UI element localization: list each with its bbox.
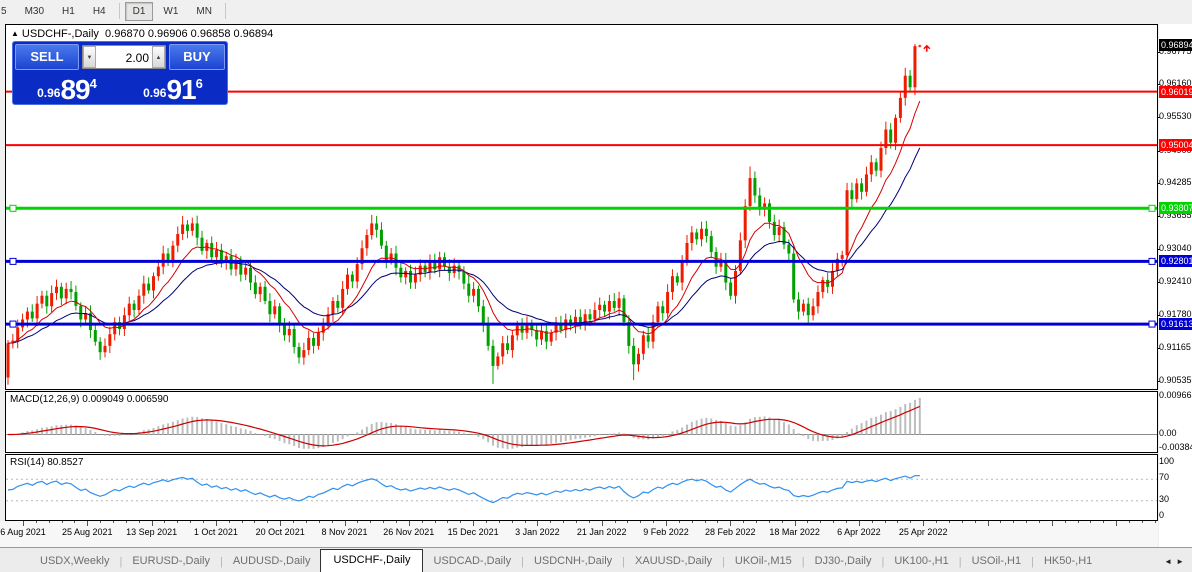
hline-price-label[interactable]: 0.95004	[1159, 139, 1192, 151]
expand-chart-icon[interactable]: ▲	[11, 29, 19, 38]
tab-scroll-arrows[interactable]: ◄►	[1164, 557, 1188, 566]
symbol-tab-usdcad[interactable]: USDCAD-,Daily	[423, 551, 521, 572]
price-peak-arrow-icon	[924, 46, 930, 52]
hline-price-label[interactable]: 0.96019	[1159, 86, 1192, 98]
chart-ohlc-values: 0.96870 0.96906 0.96858 0.96894	[105, 28, 273, 40]
chart-title: ▲USDCHF-,Daily 0.96870 0.96906 0.96858 0…	[11, 28, 273, 40]
hline-price-label[interactable]: 0.93807	[1159, 202, 1192, 214]
symbol-tab-uk100[interactable]: UK100-,H1	[884, 551, 958, 572]
volume-input[interactable]: 2.00	[96, 46, 152, 68]
main-price-panel[interactable]: ▲USDCHF-,Daily 0.96870 0.96906 0.96858 0…	[5, 24, 1158, 390]
buy-price-prefix: 0.96	[143, 86, 166, 103]
buy-price-display[interactable]: 0.96916	[121, 72, 225, 104]
date-label: 18 Mar 2022	[769, 527, 820, 537]
symbol-tab-eurusd[interactable]: EURUSD-,Daily	[122, 551, 220, 572]
date-label: 3 Jan 2022	[515, 527, 560, 537]
trading-terminal-window: 5M30H1H4D1W1MN ▲USDCHF-,Daily 0.96870 0.…	[0, 0, 1192, 572]
symbol-tab-usdchf[interactable]: USDCHF-,Daily	[320, 549, 423, 572]
sell-price-display[interactable]: 0.96894	[15, 72, 119, 104]
date-label: 1 Oct 2021	[194, 527, 238, 537]
chart-column: ▲USDCHF-,Daily 0.96870 0.96906 0.96858 0…	[5, 24, 1158, 521]
symbol-tab-hk50[interactable]: HK50-,H1	[1034, 551, 1102, 572]
hline-price-label[interactable]: 0.92801	[1159, 255, 1192, 267]
rsi-label: RSI(14) 80.8527	[10, 457, 83, 468]
price-tick-label: 0.92410	[1159, 276, 1192, 287]
rsi-panel[interactable]: RSI(14) 80.8527	[5, 454, 1158, 521]
rsi-axis-label: 70	[1159, 472, 1192, 483]
date-label: 20 Oct 2021	[256, 527, 305, 537]
date-label: 6 Apr 2022	[837, 527, 881, 537]
rsi-axis-label: 0	[1159, 510, 1192, 521]
date-label: 6 Aug 2021	[0, 527, 46, 537]
price-tick-label: 0.91165	[1159, 342, 1192, 353]
price-tick-label: 0.94285	[1159, 177, 1192, 188]
timeframe-button-m30[interactable]: M30	[17, 2, 52, 21]
buy-price-pipette: 6	[196, 76, 203, 91]
symbol-tab-ukoil[interactable]: UKOil-,M15	[725, 551, 802, 572]
symbol-tab-xauusd[interactable]: XAUUSD-,Daily	[625, 551, 722, 572]
chart-symbol-label: USDCHF-,Daily	[22, 28, 99, 40]
date-label: 8 Nov 2021	[321, 527, 367, 537]
volume-spinner: ▼ 2.00 ▲	[82, 45, 166, 69]
timeframe-button-5[interactable]: 5	[0, 2, 15, 21]
date-label: 28 Feb 2022	[705, 527, 756, 537]
timeframe-button-h4[interactable]: H4	[85, 2, 114, 21]
date-label: 25 Aug 2021	[62, 527, 113, 537]
buy-price-big-digits: 91	[166, 77, 195, 103]
sell-button[interactable]: SELL	[15, 44, 79, 70]
date-label: 13 Sep 2021	[126, 527, 177, 537]
current-price-label: 0.96894	[1159, 39, 1192, 51]
date-label: 21 Jan 2022	[577, 527, 627, 537]
price-tick-label: 0.95530	[1159, 111, 1192, 122]
volume-increase-button[interactable]: ▲	[152, 46, 165, 68]
rsi-value: 80.8527	[47, 457, 83, 468]
volume-decrease-button[interactable]: ▼	[83, 46, 96, 68]
macd-panel[interactable]: MACD(12,26,9) 0.009049 0.006590	[5, 391, 1158, 453]
symbol-tab-dj30[interactable]: DJ30-,Daily	[805, 551, 882, 572]
macd-plot	[6, 392, 1157, 452]
sell-price-big-digits: 89	[60, 77, 89, 103]
price-axis[interactable]: 0.967750.961600.955300.949000.942850.936…	[1159, 24, 1192, 547]
macd-values: 0.009049 0.006590	[82, 394, 168, 405]
timeframe-button-h1[interactable]: H1	[54, 2, 83, 21]
price-tick-label: 0.93040	[1159, 243, 1192, 254]
timeframe-toolbar: 5M30H1H4 D1W1MN	[0, 0, 1192, 22]
date-label: 15 Dec 2021	[448, 527, 499, 537]
timeframe-button-w1[interactable]: W1	[155, 2, 186, 21]
symbol-tab-usoil[interactable]: USOil-,H1	[962, 551, 1032, 572]
time-axis[interactable]: 6 Aug 2021 25 Aug 2021 13 Sep 2021 1 Oct 20…	[0, 521, 1158, 547]
date-label: 25 Apr 2022	[899, 527, 948, 537]
one-click-trading-widget: SELL ▼ 2.00 ▲ BUY 0.96894 0.96916	[12, 41, 228, 105]
rsi-axis-label: 100	[1159, 456, 1192, 467]
rsi-plot	[6, 455, 1157, 520]
sell-price-pipette: 4	[90, 76, 97, 91]
macd-axis-label: -0.00384	[1159, 442, 1192, 453]
date-label: 26 Nov 2021	[383, 527, 434, 537]
tab-scroll-left-icon[interactable]: ◄	[1164, 557, 1176, 566]
timeframe-button-mn[interactable]: MN	[188, 2, 220, 21]
symbol-tab-audusd[interactable]: AUDUSD-,Daily	[223, 551, 321, 572]
buy-button[interactable]: BUY	[169, 44, 225, 70]
symbol-tab-usdcnh[interactable]: USDCNH-,Daily	[524, 551, 622, 572]
tab-scroll-right-icon[interactable]: ►	[1176, 557, 1188, 566]
price-tick-label: 0.90535	[1159, 375, 1192, 386]
macd-axis-label: 0.00	[1159, 428, 1192, 439]
symbol-tab-bar: USDX,Weekly|EURUSD-,Daily|AUDUSD-,DailyU…	[0, 547, 1192, 572]
date-label: 9 Feb 2022	[643, 527, 689, 537]
macd-axis-label: 0.009663	[1159, 390, 1192, 401]
rsi-axis-label: 30	[1159, 494, 1192, 505]
sell-price-prefix: 0.96	[37, 86, 60, 103]
macd-label: MACD(12,26,9) 0.009049 0.006590	[10, 394, 168, 405]
hline-price-label[interactable]: 0.91613	[1159, 318, 1192, 330]
timeframe-button-d1[interactable]: D1	[125, 2, 154, 21]
symbol-tab-usdx[interactable]: USDX,Weekly	[30, 551, 119, 572]
